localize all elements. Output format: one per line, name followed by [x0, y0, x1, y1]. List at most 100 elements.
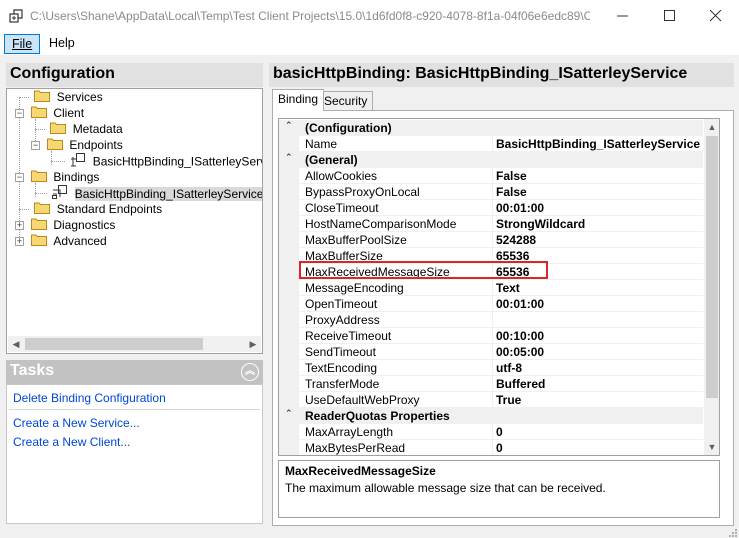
configuration-tree[interactable]: Services − Client Metadata − Endpoints B…: [6, 88, 263, 354]
grid-category-label: (Configuration): [305, 121, 392, 135]
property-value[interactable]: 00:01:00: [496, 297, 544, 311]
property-name: AllowCookies: [305, 169, 378, 183]
property-description-panel: MaxReceivedMessageSize The maximum allow…: [278, 460, 720, 518]
maximize-button[interactable]: [647, 0, 693, 31]
grid-property-row[interactable]: MaxArrayLength 0: [279, 424, 703, 440]
tree-item-services[interactable]: Services: [19, 89, 103, 105]
tab-label: Security: [324, 94, 368, 108]
tree-item-binding-basichttpbinding[interactable]: BasicHttpBinding_ISatterleyService (basi: [35, 185, 262, 201]
maximize-icon: [664, 10, 675, 21]
grid-property-row[interactable]: SendTimeout 00:05:00: [279, 344, 703, 360]
grid-category-row[interactable]: ⌃ (General): [279, 152, 703, 168]
scroll-thumb[interactable]: [706, 136, 718, 398]
collapse-chevron-icon[interactable]: ︽: [241, 363, 259, 381]
property-name: ReceiveTimeout: [305, 329, 392, 343]
create-new-client-link[interactable]: Create a New Client...: [13, 435, 130, 449]
property-value[interactable]: 0: [496, 425, 503, 439]
property-value[interactable]: StrongWildcard: [496, 217, 585, 231]
property-value[interactable]: utf-8: [496, 361, 522, 375]
grid-gutter: [279, 440, 299, 455]
property-value[interactable]: Text: [496, 281, 520, 295]
property-value[interactable]: 00:01:00: [496, 201, 544, 215]
tab-binding[interactable]: Binding: [272, 89, 325, 111]
grid-property-row[interactable]: ReceiveTimeout 00:10:00: [279, 328, 703, 344]
property-name: ProxyAddress: [305, 313, 380, 327]
tab-security[interactable]: Security: [318, 91, 374, 111]
property-value[interactable]: 524288: [496, 233, 536, 247]
property-grid-vertical-scrollbar[interactable]: ▲ ▼: [704, 119, 719, 455]
minimize-button[interactable]: [600, 0, 646, 31]
highlight-annotation: [299, 261, 548, 279]
grid-property-row[interactable]: CloseTimeout 00:01:00: [279, 200, 703, 216]
grid-gutter: [279, 216, 299, 232]
window-title: C:\Users\Shane\AppData\Local\Temp\Test C…: [30, 9, 590, 23]
close-button[interactable]: [693, 0, 739, 31]
scroll-up-icon[interactable]: ▲: [704, 119, 719, 135]
property-grid[interactable]: ⌃ (Configuration) Name BasicHttpBinding_ISa…: [278, 118, 720, 456]
grid-property-row[interactable]: OpenTimeout 00:01:00: [279, 296, 703, 312]
collapse-toggle-client[interactable]: −: [15, 109, 24, 118]
column-divider: [492, 216, 493, 232]
tree-item-advanced[interactable]: Advanced: [31, 233, 107, 249]
tree-horizontal-scrollbar[interactable]: ◀ ▶: [8, 336, 261, 352]
property-value[interactable]: True: [496, 393, 521, 407]
delete-binding-configuration-link[interactable]: Delete Binding Configuration: [13, 391, 166, 405]
property-value[interactable]: False: [496, 185, 527, 199]
menu-help[interactable]: Help: [42, 34, 82, 54]
property-value[interactable]: Buffered: [496, 377, 545, 391]
property-name: TransferMode: [305, 377, 380, 391]
scroll-down-icon[interactable]: ▼: [704, 439, 719, 455]
column-divider: [492, 344, 493, 360]
grid-property-row[interactable]: TextEncoding utf-8: [279, 360, 703, 376]
grid-property-row[interactable]: TransferMode Buffered: [279, 376, 703, 392]
grid-property-row[interactable]: UseDefaultWebProxy True: [279, 392, 703, 408]
grid-property-row[interactable]: BypassProxyOnLocal False: [279, 184, 703, 200]
tree-item-metadata[interactable]: Metadata: [35, 121, 123, 137]
collapse-chevron-icon[interactable]: ⌃: [285, 152, 293, 163]
scroll-left-icon[interactable]: ◀: [8, 336, 24, 352]
collapse-toggle-bindings[interactable]: −: [15, 173, 24, 182]
property-value[interactable]: 0: [496, 441, 503, 455]
scroll-thumb[interactable]: [25, 338, 203, 350]
grid-property-row[interactable]: MaxBufferPoolSize 524288: [279, 232, 703, 248]
folder-icon: [50, 121, 67, 137]
configuration-panel-title: Configuration: [6, 63, 263, 87]
expand-toggle-diagnostics[interactable]: +: [15, 221, 24, 230]
grid-property-row[interactable]: AllowCookies False: [279, 168, 703, 184]
grid-property-row[interactable]: ProxyAddress: [279, 312, 703, 328]
property-value[interactable]: 00:10:00: [496, 329, 544, 343]
column-divider: [492, 168, 493, 184]
grid-category-row[interactable]: ⌃ ReaderQuotas Properties: [279, 408, 703, 424]
property-name: SendTimeout: [305, 345, 376, 359]
grid-property-row[interactable]: MessageEncoding Text: [279, 280, 703, 296]
description-text: The maximum allowable message size that …: [285, 481, 606, 495]
collapse-toggle-endpoints[interactable]: −: [31, 141, 40, 150]
endpoint-icon: [70, 153, 86, 170]
tree-item-diagnostics[interactable]: Diagnostics: [31, 217, 115, 233]
folder-icon: [34, 89, 51, 105]
property-value[interactable]: BasicHttpBinding_ISatterleyService: [496, 137, 700, 151]
grid-category-row[interactable]: ⌃ (Configuration): [279, 120, 703, 136]
collapse-chevron-icon[interactable]: ⌃: [285, 408, 293, 419]
grid-property-row[interactable]: HostNameComparisonMode StrongWildcard: [279, 216, 703, 232]
tree-item-client[interactable]: Client: [31, 105, 84, 121]
collapse-chevron-icon[interactable]: ⌃: [285, 120, 293, 131]
tree-item-endpoints[interactable]: Endpoints: [47, 137, 123, 153]
service-config-editor-icon: [8, 8, 24, 24]
grid-gutter: [279, 232, 299, 248]
property-value[interactable]: 00:05:00: [496, 345, 544, 359]
resize-grip-icon[interactable]: [728, 528, 738, 538]
property-value[interactable]: False: [496, 169, 527, 183]
column-divider: [492, 440, 493, 455]
tree-item-bindings[interactable]: Bindings: [31, 169, 99, 185]
create-new-service-link[interactable]: Create a New Service...: [13, 416, 140, 430]
column-divider: [492, 328, 493, 344]
scroll-right-icon[interactable]: ▶: [245, 336, 261, 352]
grid-property-row[interactable]: MaxBytesPerRead 0: [279, 440, 703, 455]
tree-item-endpoint-basichttpbinding[interactable]: BasicHttpBinding_ISatterleyService: [51, 153, 262, 170]
tree-item-standard-endpoints[interactable]: Standard Endpoints: [19, 201, 162, 217]
expand-toggle-advanced[interactable]: +: [15, 237, 24, 246]
column-divider: [492, 424, 493, 440]
grid-property-row[interactable]: Name BasicHttpBinding_ISatterleyService: [279, 136, 703, 152]
menu-file[interactable]: File: [4, 34, 41, 54]
